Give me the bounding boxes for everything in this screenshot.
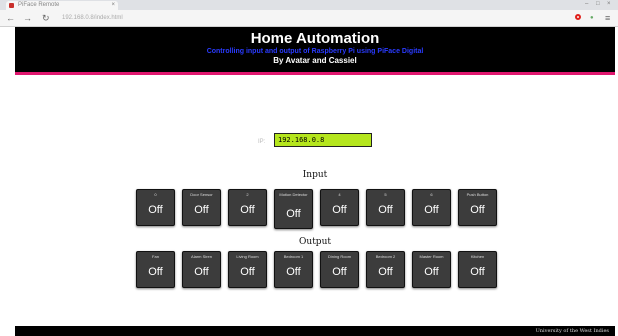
input-5-button[interactable]: 5 Off	[366, 189, 405, 226]
card-state: Off	[286, 208, 301, 220]
reload-icon[interactable]: ↻	[42, 12, 50, 24]
forward-icon[interactable]: →	[23, 12, 32, 24]
input-2-button[interactable]: 2 Off	[228, 189, 267, 226]
card-state: Off	[424, 266, 439, 278]
card-label: 4	[338, 192, 341, 197]
input-4-button[interactable]: 4 Off	[320, 189, 359, 226]
tab-title: PiFace Remote	[18, 2, 60, 8]
browser-tab[interactable]: PiFace Remote ×	[6, 1, 118, 10]
card-state: Off	[470, 204, 485, 216]
card-label: 6	[430, 192, 433, 197]
minimize-icon[interactable]: –	[585, 0, 588, 9]
card-label: 5	[384, 192, 387, 197]
browser-toolbar: ← → ↻ 192.168.0.8/index.html ● ≡	[0, 10, 618, 27]
card-state: Off	[332, 204, 347, 216]
card-label: Bedroom 1	[283, 254, 304, 259]
ip-label: IP:	[258, 139, 266, 145]
footer-text: University of the West Indies	[535, 328, 609, 334]
back-icon[interactable]: ←	[6, 12, 15, 24]
ip-address-input[interactable]	[274, 133, 372, 147]
page-subtitle: Controlling input and output of Raspberr…	[206, 48, 424, 55]
card-state: Off	[148, 204, 163, 216]
card-state: Off	[424, 204, 439, 216]
opera-icon[interactable]	[575, 14, 581, 20]
menu-icon[interactable]: ≡	[605, 12, 610, 24]
card-label: 2	[246, 192, 249, 197]
card-label: Master Room	[419, 254, 444, 259]
output-fan-button[interactable]: Fan Off	[136, 251, 175, 288]
output-master-room-button[interactable]: Master Room Off	[412, 251, 451, 288]
page-footer: University of the West Indies	[15, 326, 615, 336]
output-living-room-button[interactable]: Living Room Off	[228, 251, 267, 288]
input-0-button[interactable]: 0 Off	[136, 189, 175, 226]
output-bedroom-2-button[interactable]: Bedroom 2 Off	[366, 251, 405, 288]
card-state: Off	[240, 266, 255, 278]
card-label: Bedroom 2	[375, 254, 396, 259]
card-label: Motion Detector	[279, 192, 308, 197]
page-title: Home Automation	[250, 30, 380, 47]
page-authors: By Avatar and Cassiel	[273, 56, 357, 65]
card-state: Off	[194, 204, 209, 216]
card-state: Off	[378, 266, 393, 278]
card-state: Off	[286, 266, 301, 278]
card-state: Off	[148, 266, 163, 278]
maximize-icon[interactable]: □	[596, 0, 600, 9]
card-label: Living Room	[236, 254, 259, 259]
page-header: Home Automation Controlling input and ou…	[15, 27, 615, 75]
output-dining-room-button[interactable]: Dining Room Off	[320, 251, 359, 288]
tab-close-icon[interactable]: ×	[111, 1, 115, 10]
extension-icon[interactable]: ●	[590, 13, 594, 23]
output-kitchen-button[interactable]: Kitchen Off	[458, 251, 497, 288]
card-label: 0	[154, 192, 157, 197]
output-bedroom-1-button[interactable]: Bedroom 1 Off	[274, 251, 313, 288]
favicon-icon	[9, 3, 14, 8]
input-6-button[interactable]: 6 Off	[412, 189, 451, 226]
input-push-button-button[interactable]: Push Button Off	[458, 189, 497, 226]
card-label: Push Button	[466, 192, 489, 197]
input-heading: Input	[302, 170, 328, 180]
web-page: Home Automation Controlling input and ou…	[15, 27, 615, 336]
card-state: Off	[194, 266, 209, 278]
card-state: Off	[470, 266, 485, 278]
output-heading: Output	[299, 237, 331, 247]
close-window-icon[interactable]: ×	[607, 0, 611, 9]
card-state: Off	[240, 204, 255, 216]
card-state: Off	[378, 204, 393, 216]
output-alarm-siren-button[interactable]: Alarm Siren Off	[182, 251, 221, 288]
browser-tab-bar: PiFace Remote × – □ ×	[0, 0, 618, 10]
input-motion-detector-button[interactable]: Motion Detector Off	[274, 189, 313, 229]
input-door-sensor-button[interactable]: Door Sensor Off	[182, 189, 221, 226]
card-label: Door Sensor	[190, 192, 213, 197]
address-bar[interactable]: 192.168.0.8/index.html	[62, 13, 123, 23]
card-label: Alarm Siren	[191, 254, 212, 259]
card-label: Fan	[152, 254, 159, 259]
card-state: Off	[332, 266, 347, 278]
card-label: Dining Room	[327, 254, 352, 259]
card-label: Kitchen	[470, 254, 485, 259]
